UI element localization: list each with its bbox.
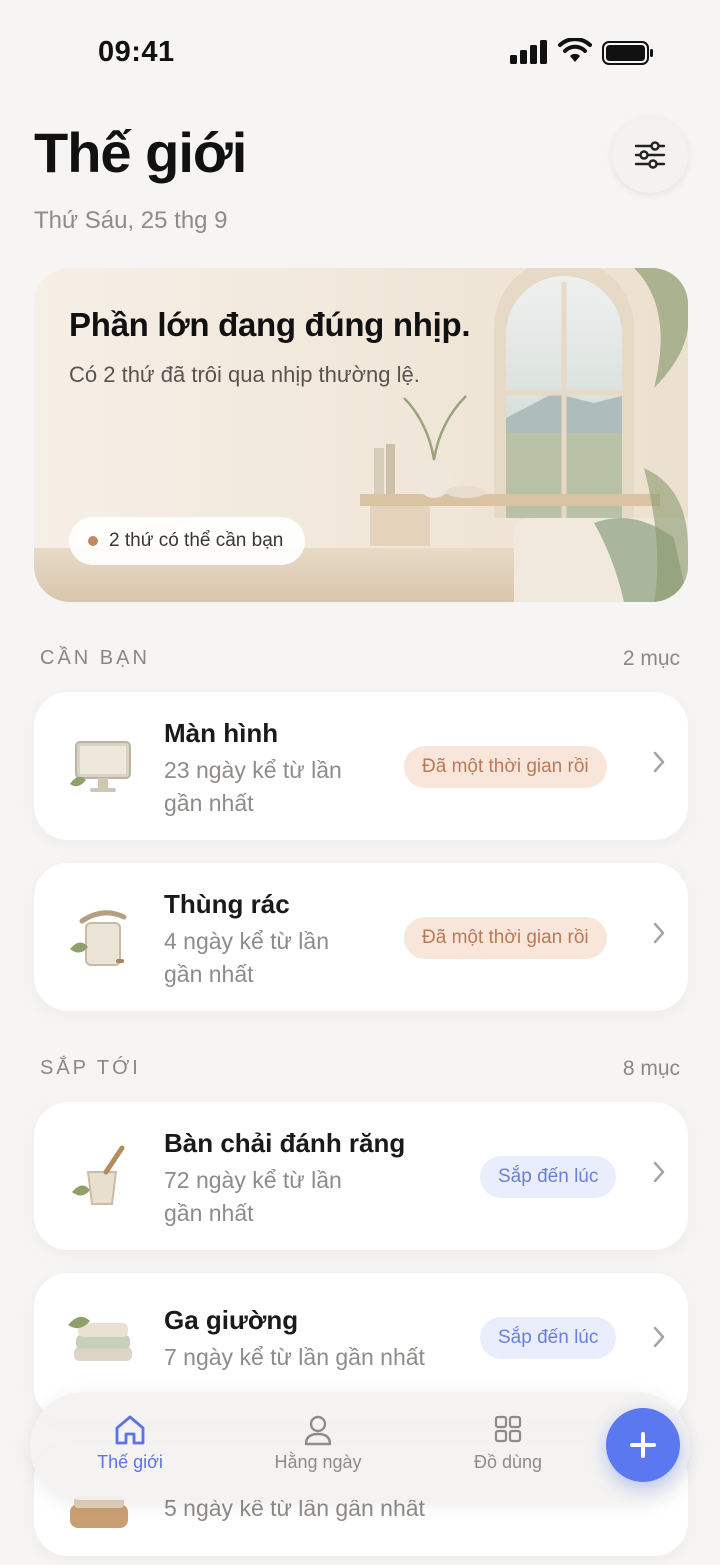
plus-icon xyxy=(630,1432,656,1458)
item-name: Bàn chải đánh răng xyxy=(164,1128,406,1158)
battery-icon xyxy=(602,41,653,65)
chevron-right-icon xyxy=(653,922,665,944)
date-subtitle: Thứ Sáu, 25 thg 9 xyxy=(34,207,228,234)
tab-label: Thế giới xyxy=(97,1452,163,1472)
monitor-icon xyxy=(70,741,131,792)
item-meta: 72 ngày kể từ lần gần nhất xyxy=(164,1167,342,1226)
pill-label: 2 thứ có thể cần bạn xyxy=(109,530,284,551)
tab-daily[interactable]: Hằng ngày xyxy=(238,1414,398,1473)
status-dot-icon xyxy=(88,536,98,546)
tab-bar: Thế giới Hằng ngày Đồ dùng xyxy=(30,1392,690,1500)
item-meta: 4 ngày kể từ lần gần nhất xyxy=(164,928,329,987)
hero-title: Phần lớn đang đúng nhịp. xyxy=(69,306,471,343)
list-item[interactable]: Màn hình 23 ngày kể từ lần gần nhất Đã m… xyxy=(34,692,688,840)
status-time: 09:41 xyxy=(98,36,175,68)
tab-world[interactable]: Thế giới xyxy=(50,1414,210,1473)
item-name: Thùng rác xyxy=(164,889,290,919)
list-item[interactable]: Thùng rác 4 ngày kể từ lần gần nhất Đã m… xyxy=(34,863,688,1011)
chevron-right-icon xyxy=(653,1326,665,1348)
section-count-needs-you: 2 mục xyxy=(622,647,680,670)
tab-label: Hằng ngày xyxy=(274,1452,362,1472)
person-icon xyxy=(304,1415,332,1446)
item-meta: 7 ngày kể từ lần gần nhất xyxy=(164,1344,425,1370)
tab-label: Đồ dùng xyxy=(473,1452,543,1472)
toothbrush-cup-icon xyxy=(72,1145,125,1205)
grid-icon xyxy=(494,1415,522,1443)
item-name: Màn hình xyxy=(164,718,279,748)
status-bar: 09:41 xyxy=(0,0,720,100)
chevron-right-icon xyxy=(653,751,665,773)
status-badge: Sắp đến lúc xyxy=(480,1317,617,1359)
page-title: Thế giới xyxy=(34,121,247,184)
filter-button[interactable] xyxy=(612,117,688,193)
chevron-right-icon xyxy=(653,1161,665,1183)
item-name: Ga giường xyxy=(164,1305,299,1335)
status-badge: Đã một thời gian rồi xyxy=(404,746,607,788)
section-heading-upcoming: SẮP TỚI xyxy=(40,1057,141,1079)
hero-card[interactable]: Phần lớn đang đúng nhịp. Có 2 thứ đã trô… xyxy=(34,268,688,602)
item-meta: 23 ngày kể từ lần gần nhất xyxy=(164,757,342,816)
needs-attention-pill[interactable]: 2 thứ có thể cần bạn xyxy=(69,517,306,565)
sliders-icon xyxy=(634,141,666,169)
add-button[interactable] xyxy=(606,1408,680,1482)
section-heading-needs-you: CẦN BẠN xyxy=(40,647,150,669)
hero-subtitle: Có 2 thứ đã trôi qua nhịp thường lệ. xyxy=(69,362,420,387)
trash-bin-icon xyxy=(70,910,127,966)
wifi-icon xyxy=(558,38,592,62)
tab-items[interactable]: Đồ dùng xyxy=(428,1414,588,1473)
list-item[interactable]: Bàn chải đánh răng 72 ngày kể từ lần gần… xyxy=(34,1102,688,1250)
cellular-signal-icon xyxy=(510,40,547,64)
section-count-upcoming: 8 mục xyxy=(622,1057,680,1080)
status-badge: Đã một thời gian rồi xyxy=(404,917,607,959)
home-icon xyxy=(115,1415,145,1445)
folded-linens-icon xyxy=(68,1316,132,1361)
status-badge: Sắp đến lúc xyxy=(480,1156,617,1198)
